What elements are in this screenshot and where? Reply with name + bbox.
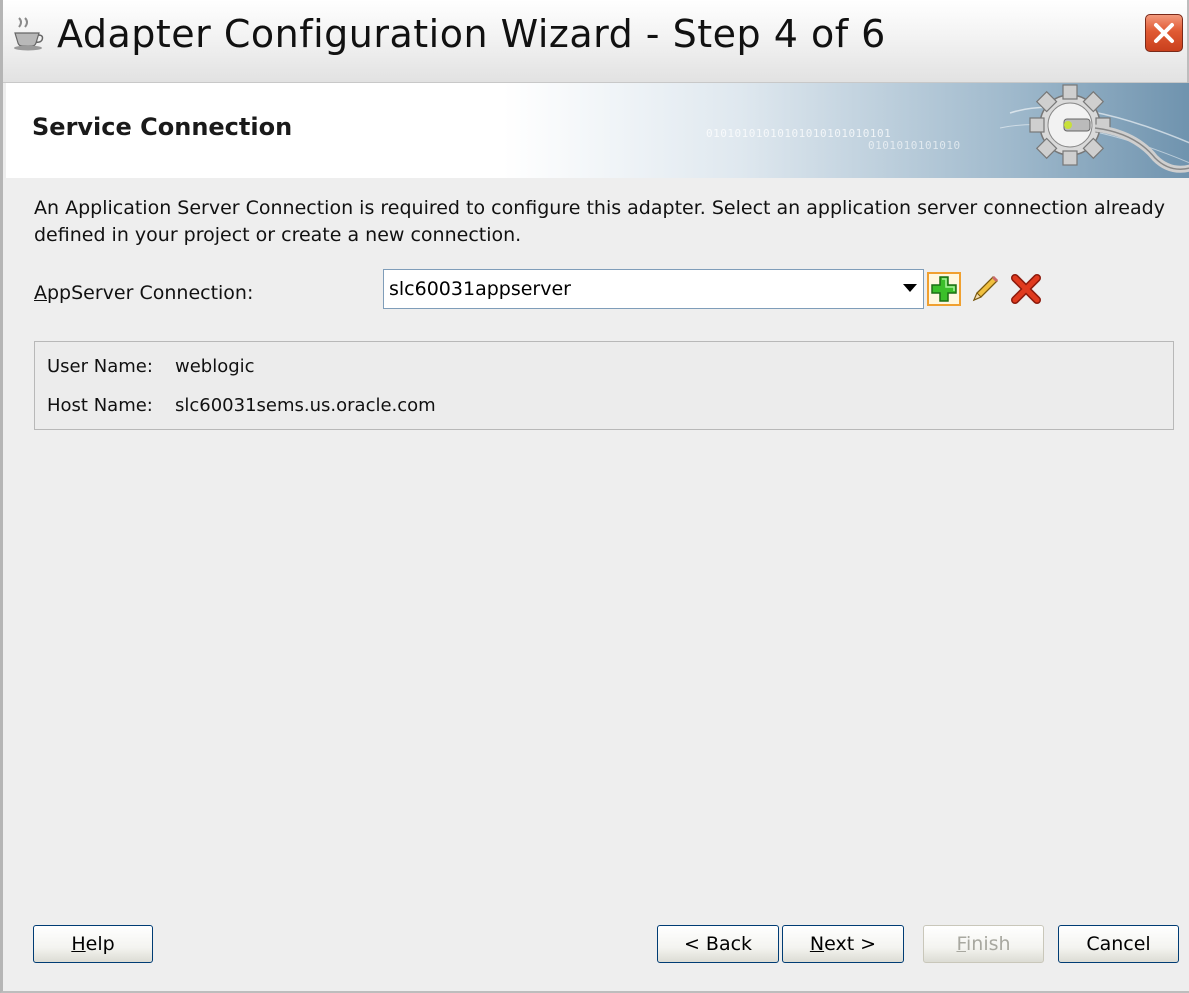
host-name-value: slc60031sems.us.oracle.com [175,395,436,416]
appserver-label-mnemonic: A [34,282,47,304]
page-title: Service Connection [32,113,293,141]
finish-button[interactable]: Finish [923,925,1044,963]
window-title: Adapter Configuration Wizard - Step 4 of… [57,12,886,56]
delete-connection-button[interactable] [1009,272,1043,306]
help-button[interactable]: Help [33,925,153,963]
description-text: An Application Server Connection is requ… [34,197,1165,246]
close-button[interactable] [1145,14,1183,52]
add-icon [931,276,957,302]
user-name-value: weblogic [175,356,255,377]
appserver-connection-value: slc60031appserver [389,278,571,300]
header-binary-decoration-2: 0101010101010 [868,139,961,152]
host-name-label: Host Name: [47,395,153,416]
chevron-down-icon[interactable] [903,284,917,292]
wizard-window: Adapter Configuration Wizard - Step 4 of… [0,0,1189,993]
close-icon [1154,23,1174,43]
appserver-connection-label: AppServer Connection: [34,282,253,304]
connection-info-panel: User Name: weblogic Host Name: slc60031sem… [34,341,1174,430]
next-button[interactable]: Next > [782,925,904,963]
pencil-icon [972,275,999,302]
title-bar[interactable]: Adapter Configuration Wizard - Step 4 of… [3,0,1187,83]
wizard-content: An Application Server Connection is requ… [6,178,1189,991]
gear-plug-icon [999,84,1189,173]
cancel-button[interactable]: Cancel [1058,925,1179,963]
user-name-label: User Name: [47,356,153,377]
edit-connection-button[interactable] [968,272,1002,306]
header-binary-decoration: 01010101010101010101010101 [706,127,892,140]
wizard-header: Service Connection 010101010101010101010… [6,83,1189,179]
add-connection-button[interactable] [927,272,961,306]
delete-icon [1011,274,1041,304]
host-name-row: Host Name: slc60031sems.us.oracle.com [47,395,436,416]
appserver-label-text: ppServer Connection: [47,282,254,304]
coffee-cup-icon [11,17,47,53]
user-name-row: User Name: weblogic [47,356,255,377]
back-button[interactable]: < Back [657,925,779,963]
appserver-connection-select[interactable]: slc60031appserver [383,269,924,309]
